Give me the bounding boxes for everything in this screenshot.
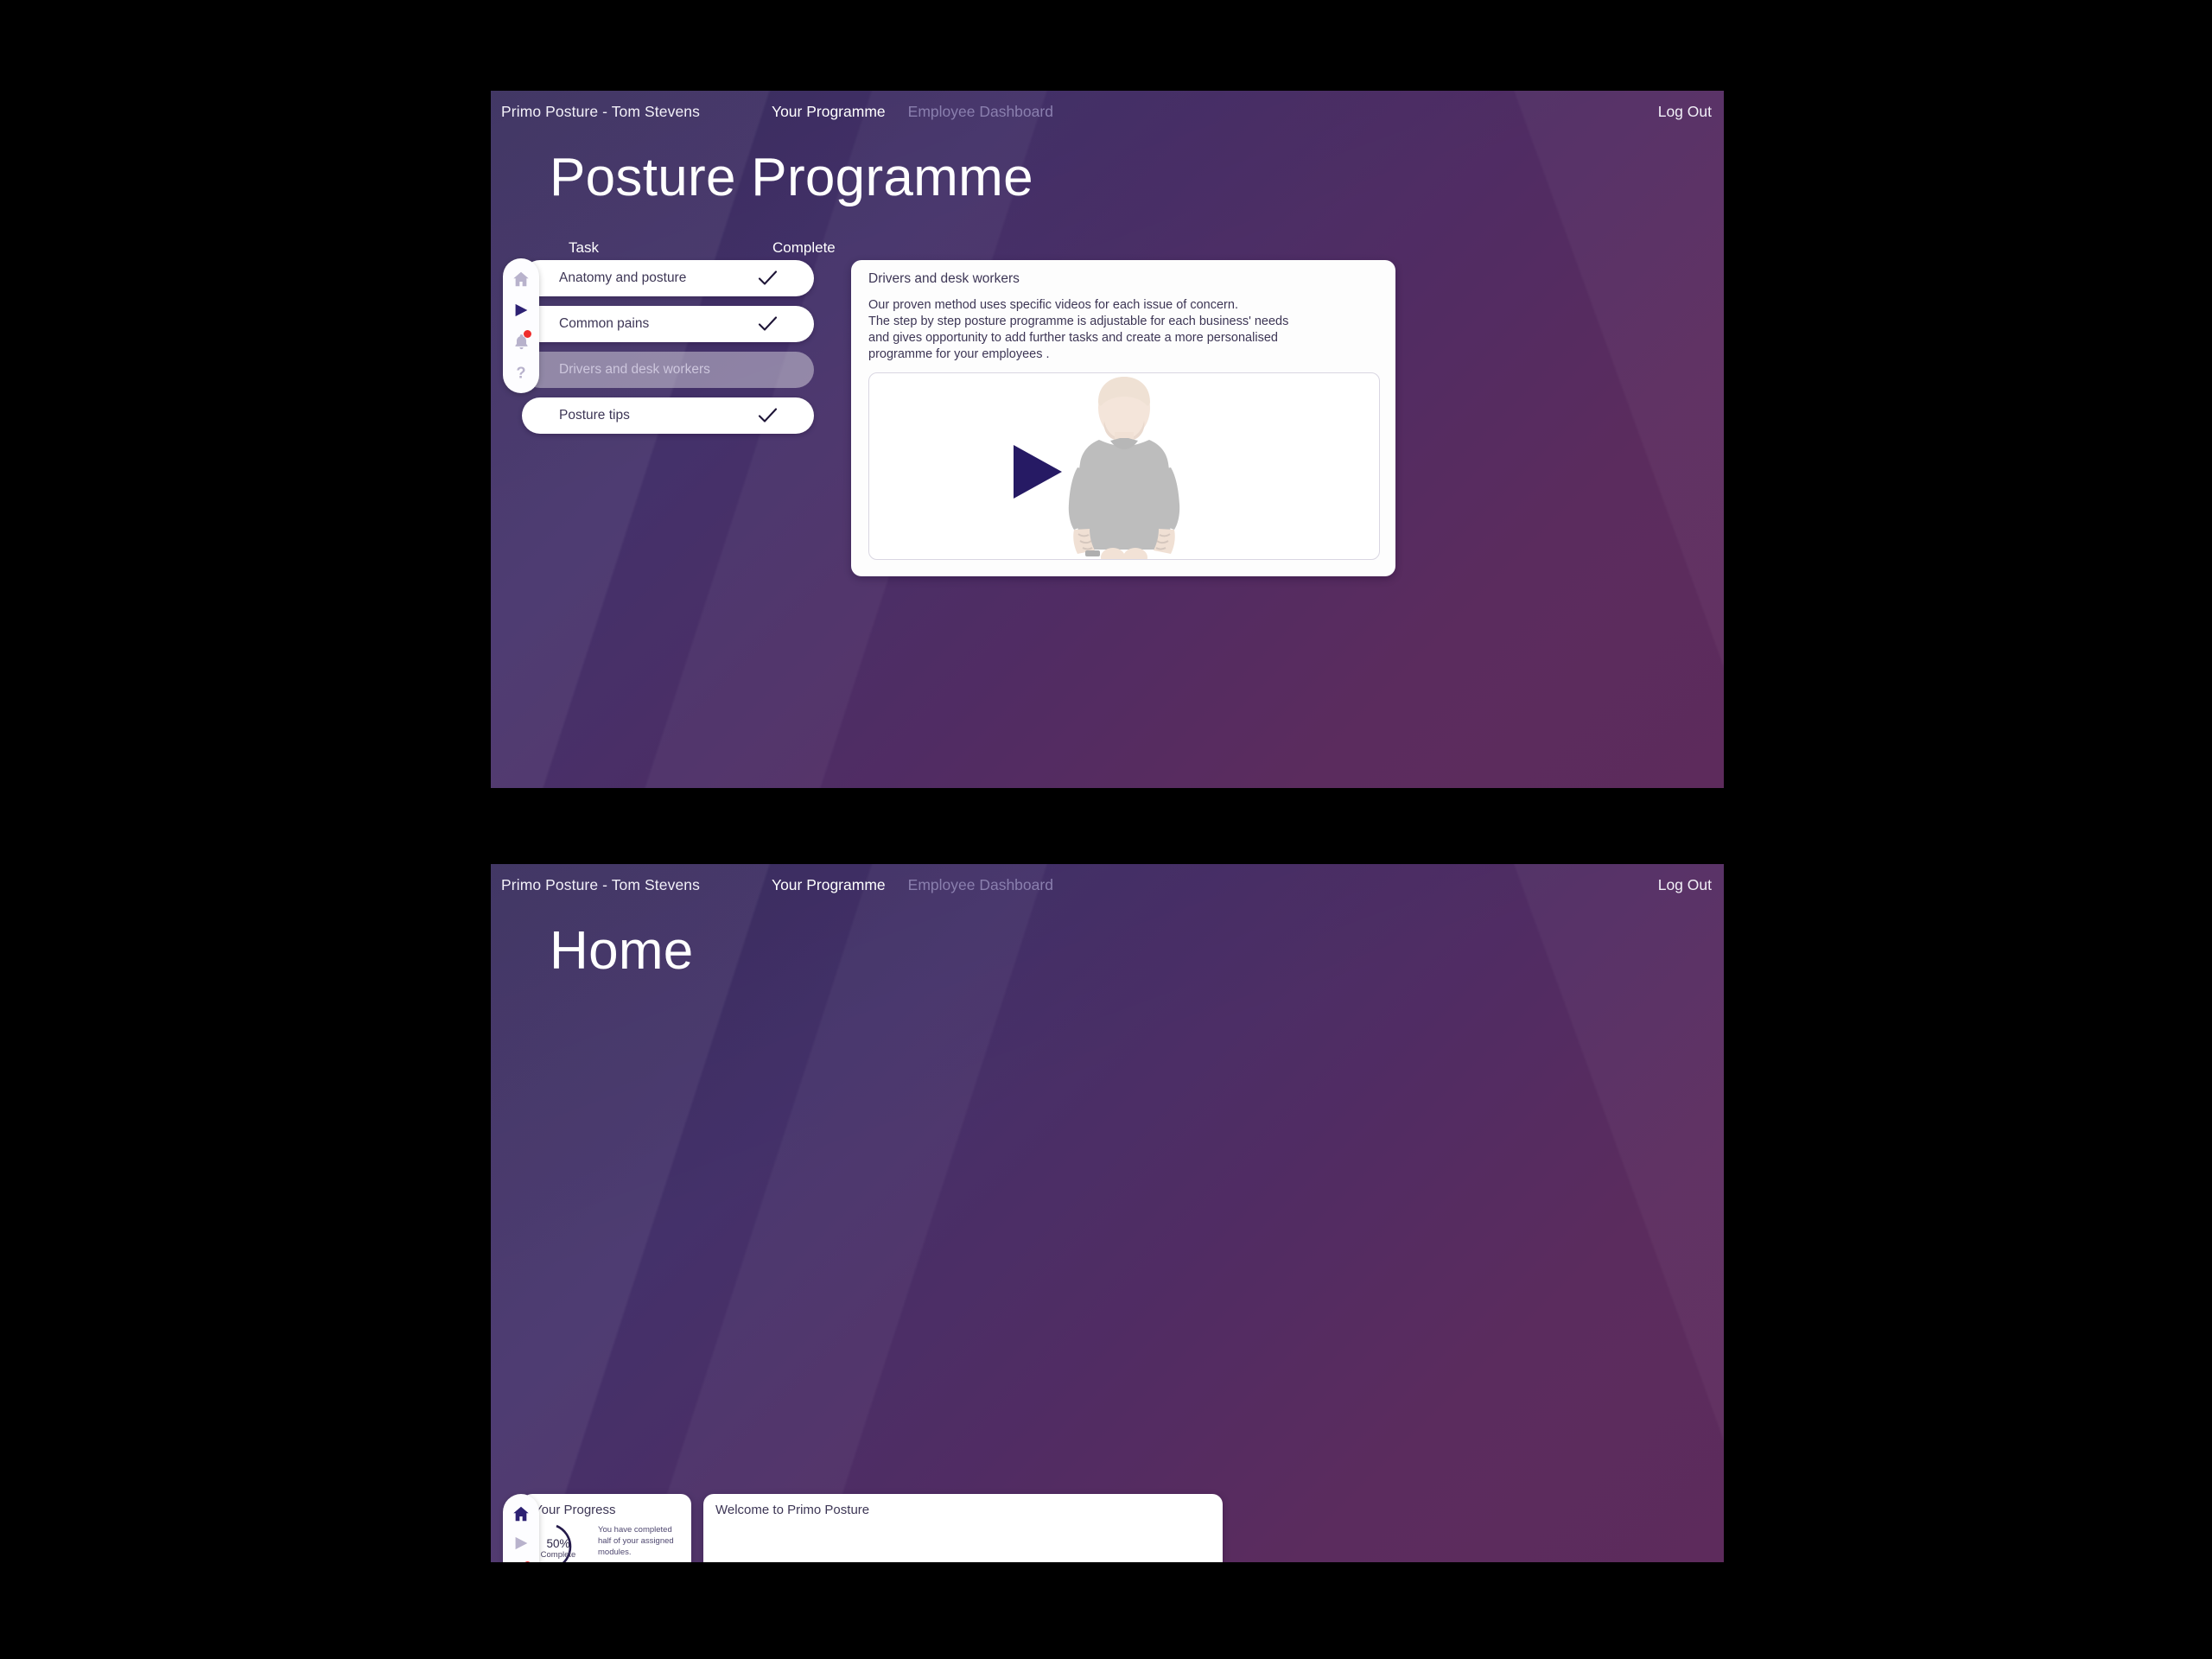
- check-icon: [757, 314, 778, 334]
- check-icon: [757, 405, 778, 426]
- play-icon[interactable]: [510, 299, 532, 321]
- left-icon-rail: ?: [503, 1494, 539, 1562]
- video-thumbnail-image: [1068, 377, 1180, 559]
- nav-link-your-programme[interactable]: Your Programme: [772, 103, 886, 121]
- logout-link[interactable]: Log Out: [1658, 876, 1712, 894]
- progress-card-title: Your Progress: [534, 1503, 616, 1517]
- notification-badge-dot: [524, 330, 531, 338]
- brand-title: Primo Posture - Tom Stevens: [501, 102, 700, 120]
- logout-link[interactable]: Log Out: [1658, 103, 1712, 121]
- progress-ring: 50% Complete: [537, 1520, 591, 1562]
- task-row[interactable]: Common pains: [522, 306, 814, 342]
- notification-badge-dot: [524, 1561, 531, 1562]
- module-title: Drivers and desk workers: [868, 271, 1020, 286]
- column-header-task: Task: [569, 239, 599, 256]
- bell-icon[interactable]: [510, 1561, 532, 1562]
- task-row[interactable]: Anatomy and posture: [522, 260, 814, 296]
- progress-percent-label: Complete: [540, 1550, 576, 1560]
- welcome-card: Welcome to Primo Posture: [703, 1494, 1223, 1562]
- svg-text:?: ?: [516, 363, 525, 381]
- home-icon[interactable]: [510, 268, 532, 290]
- module-content-card: Drivers and desk workers Our proven meth…: [851, 260, 1395, 576]
- posture-programme-screen: Primo Posture - Tom Stevens Your Program…: [491, 91, 1724, 788]
- play-icon[interactable]: [510, 1532, 532, 1554]
- task-label: Common pains: [559, 316, 650, 331]
- brand-title: Primo Posture - Tom Stevens: [501, 875, 700, 893]
- task-label: Posture tips: [559, 408, 630, 423]
- page-title: Home: [550, 921, 694, 981]
- video-player[interactable]: [868, 372, 1380, 560]
- play-button-icon[interactable]: [1014, 445, 1062, 499]
- home-screen: Primo Posture - Tom Stevens Your Program…: [491, 864, 1724, 1562]
- nav-links: Your Programme Employee Dashboard: [772, 103, 1053, 121]
- welcome-card-title: Welcome to Primo Posture: [715, 1503, 870, 1517]
- nav-link-your-programme[interactable]: Your Programme: [772, 876, 886, 894]
- nav-link-employee-dashboard[interactable]: Employee Dashboard: [908, 876, 1053, 894]
- progress-message: You have completed half of your assigned…: [598, 1525, 674, 1557]
- module-description: Our proven method uses specific videos f…: [868, 298, 1289, 362]
- question-icon[interactable]: ?: [510, 361, 532, 384]
- progress-percent: 50%: [546, 1537, 570, 1550]
- task-list: Anatomy and posture Common pains Drivers…: [522, 260, 814, 443]
- nav-links: Your Programme Employee Dashboard: [772, 876, 1053, 894]
- check-icon: [757, 268, 778, 289]
- task-row[interactable]: Posture tips: [522, 397, 814, 434]
- page-title: Posture Programme: [550, 148, 1033, 207]
- top-navigation-bar: Primo Posture - Tom Stevens Your Program…: [491, 91, 1724, 132]
- task-label: Drivers and desk workers: [559, 362, 710, 377]
- task-row[interactable]: Drivers and desk workers: [522, 352, 814, 388]
- column-header-complete: Complete: [772, 239, 836, 256]
- bell-icon[interactable]: [510, 330, 532, 353]
- home-icon[interactable]: [510, 1503, 532, 1525]
- progress-card: Your Progress 50% Complete You have comp…: [522, 1494, 691, 1562]
- top-navigation-bar: Primo Posture - Tom Stevens Your Program…: [491, 864, 1724, 906]
- nav-link-employee-dashboard[interactable]: Employee Dashboard: [908, 103, 1053, 121]
- left-icon-rail: ?: [503, 258, 539, 393]
- task-label: Anatomy and posture: [559, 270, 687, 285]
